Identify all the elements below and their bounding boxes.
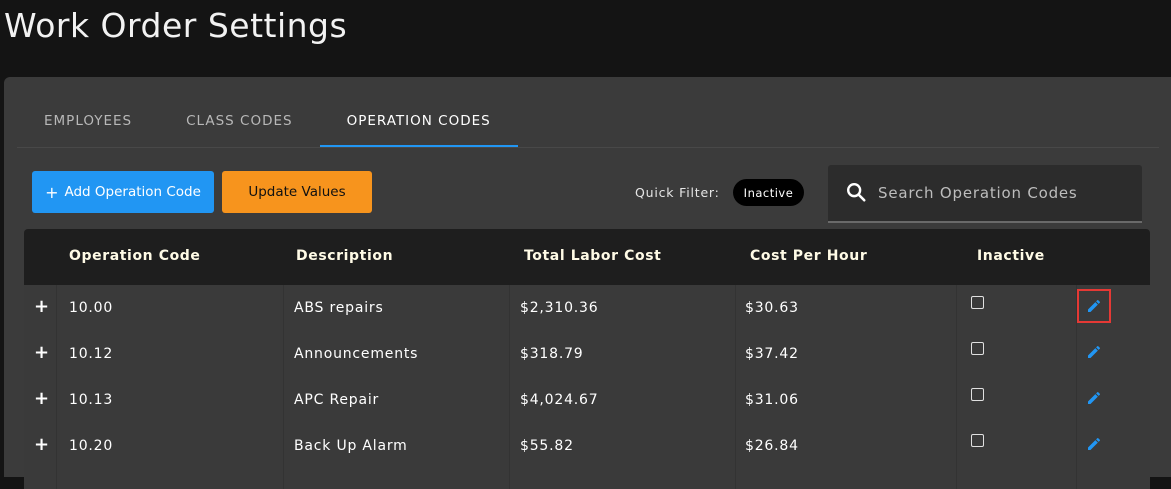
table-row: + 10.20 Back Up Alarm $55.82 $26.84: [24, 423, 1150, 469]
description-cell: APC Repair: [294, 392, 380, 408]
expand-row-icon[interactable]: +: [34, 388, 49, 409]
cost-per-hour-cell: $26.84: [745, 438, 799, 454]
operation-code-cell: 10.00: [69, 300, 114, 316]
inactive-checkbox[interactable]: [971, 342, 984, 355]
expand-row-icon[interactable]: +: [34, 342, 49, 363]
search-icon: [847, 183, 866, 202]
column-header-total-labor-cost[interactable]: Total Labor Cost: [524, 248, 661, 264]
expand-row-icon[interactable]: +: [34, 434, 49, 455]
tab-class-codes[interactable]: CLASS CODES: [159, 99, 319, 145]
add-operation-code-label: Add Operation Code: [64, 184, 201, 200]
search-input[interactable]: [876, 165, 1136, 221]
table-row: + 10.12 Announcements $318.79 $37.42: [24, 331, 1150, 377]
cost-per-hour-cell: $37.42: [745, 346, 799, 362]
description-cell: ABS repairs: [294, 300, 384, 316]
column-header-description[interactable]: Description: [296, 248, 393, 264]
tab-bar: EMPLOYEES CLASS CODES OPERATION CODES: [17, 99, 1159, 148]
settings-panel: EMPLOYEES CLASS CODES OPERATION CODES + …: [4, 77, 1171, 489]
operation-code-cell: 10.20: [69, 438, 114, 454]
column-header-operation-code[interactable]: Operation Code: [69, 248, 201, 264]
pencil-icon[interactable]: [1086, 390, 1102, 406]
total-labor-cost-cell: $2,310.36: [520, 300, 599, 316]
column-header-inactive[interactable]: Inactive: [977, 248, 1045, 264]
total-labor-cost-cell: $4,024.67: [520, 392, 599, 408]
table-header: Operation Code Description Total Labor C…: [24, 229, 1150, 285]
table-row: + 10.13 APC Repair $4,024.67 $31.06: [24, 377, 1150, 423]
cost-per-hour-cell: $30.63: [745, 300, 799, 316]
operation-code-cell: 10.12: [69, 346, 114, 362]
plus-icon: +: [45, 182, 59, 202]
description-cell: Announcements: [294, 346, 419, 362]
inactive-checkbox[interactable]: [971, 388, 984, 401]
column-header-cost-per-hour[interactable]: Cost Per Hour: [750, 248, 867, 264]
description-cell: Back Up Alarm: [294, 438, 408, 454]
pencil-icon[interactable]: [1077, 289, 1111, 323]
table-row: + 10.00 ABS repairs $2,310.36 $30.63: [24, 285, 1150, 331]
pencil-icon[interactable]: [1086, 344, 1102, 360]
search-box: [828, 165, 1142, 223]
tab-employees[interactable]: EMPLOYEES: [17, 99, 159, 145]
inactive-checkbox[interactable]: [971, 434, 984, 447]
update-values-button[interactable]: Update Values: [222, 171, 372, 213]
quick-filter-label: Quick Filter:: [635, 185, 720, 200]
cost-per-hour-cell: $31.06: [745, 392, 799, 408]
pencil-icon[interactable]: [1086, 436, 1102, 452]
total-labor-cost-cell: $55.82: [520, 438, 574, 454]
total-labor-cost-cell: $318.79: [520, 346, 584, 362]
tab-operation-codes[interactable]: OPERATION CODES: [319, 99, 518, 147]
page-title: Work Order Settings: [4, 6, 348, 45]
inactive-checkbox[interactable]: [971, 296, 984, 309]
add-operation-code-button[interactable]: + Add Operation Code: [32, 171, 214, 213]
expand-row-icon[interactable]: +: [34, 296, 49, 317]
operation-codes-table: Operation Code Description Total Labor C…: [24, 229, 1150, 489]
operation-code-cell: 10.13: [69, 392, 114, 408]
quick-filter-inactive-chip[interactable]: Inactive: [733, 179, 804, 206]
